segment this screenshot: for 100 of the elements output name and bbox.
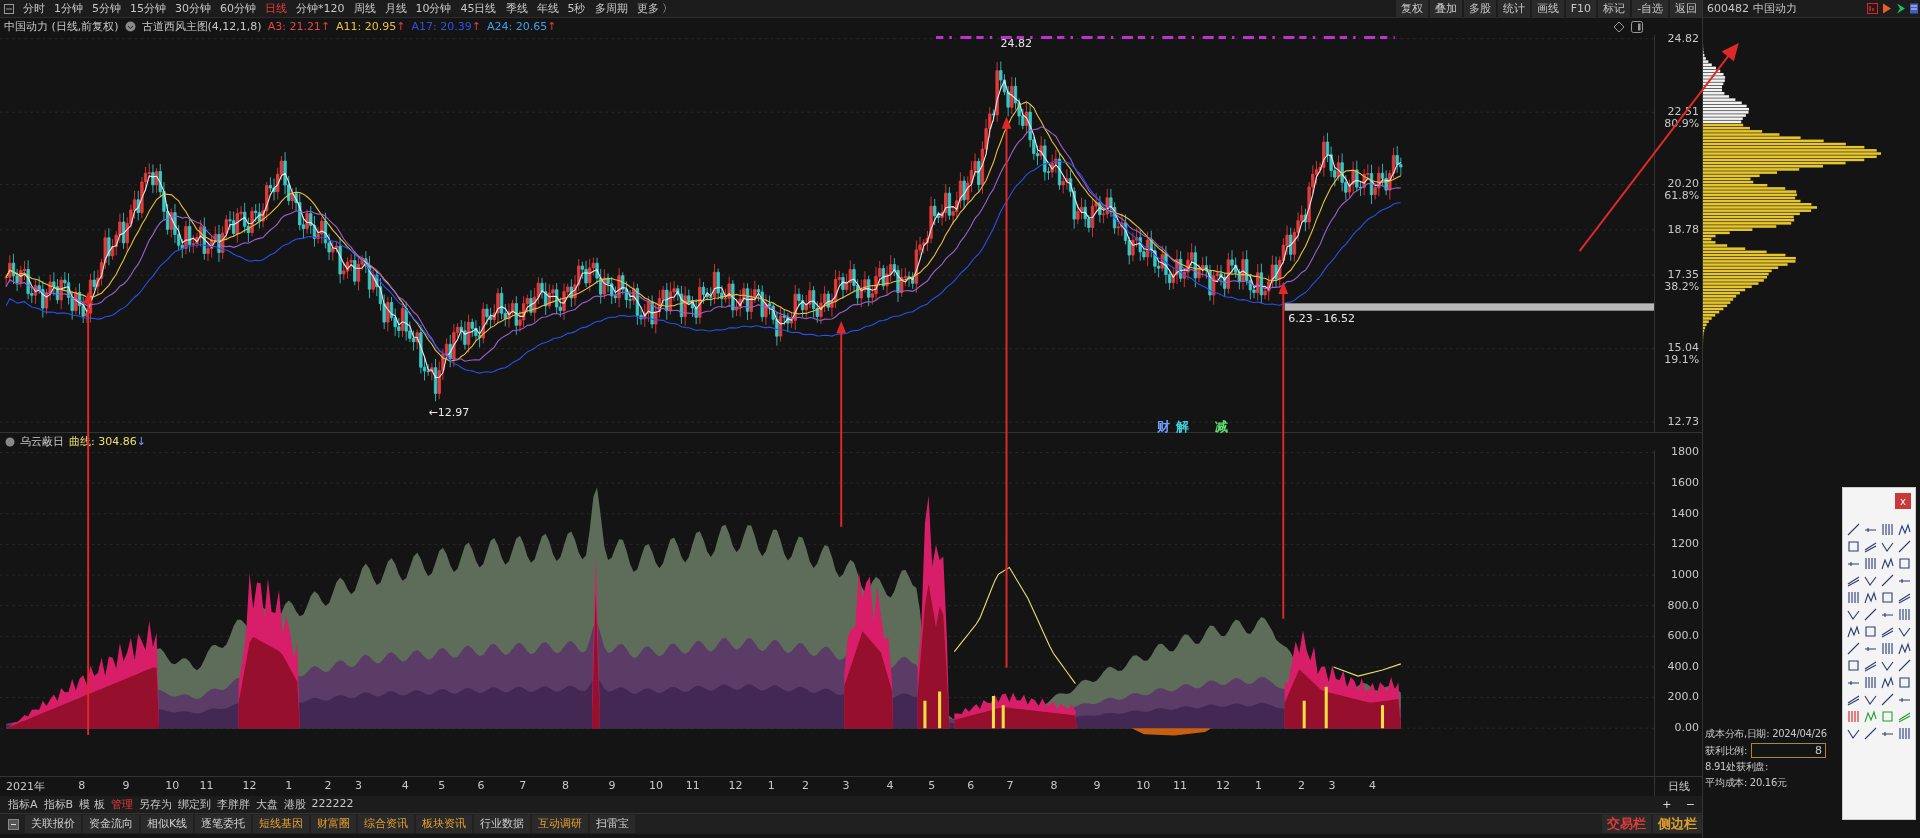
chart-icon[interactable] (1867, 3, 1878, 14)
toolbar-button[interactable]: 多股 (1463, 0, 1496, 17)
toolbar-button[interactable]: 标记 (1598, 0, 1631, 17)
period-tab[interactable]: 60分钟 (220, 1, 256, 16)
indicator-tab[interactable]: 另存为 (138, 797, 172, 812)
time-axis-label: 3 (842, 779, 850, 792)
time-axis-label: 12 (242, 779, 257, 792)
toolbar-button[interactable]: 复权 (1395, 0, 1428, 17)
play-icon[interactable] (1896, 3, 1906, 14)
time-axis-label: 9 (122, 779, 130, 792)
period-label: 日线 (1667, 779, 1690, 794)
bottom-tab[interactable]: 行业数据 (474, 815, 531, 833)
period-tab[interactable]: 年线 (536, 1, 559, 16)
time-axis-label: 2 (802, 779, 810, 792)
value-axis-label: 1000 (1671, 567, 1700, 581)
time-axis-label: 11 (1173, 779, 1188, 792)
indicator-tab[interactable]: 李胖胖 (216, 797, 250, 812)
indicator-value: A24: 20.65↑ (486, 20, 557, 33)
toolbar-button[interactable]: 叠加 (1429, 0, 1462, 17)
bottom-tab[interactable]: 资金流向 (83, 815, 139, 833)
toolbar-button[interactable]: 画线 (1531, 0, 1564, 17)
period-tab[interactable]: 月线 (384, 1, 407, 16)
period-tab[interactable]: 15分钟 (130, 1, 166, 16)
time-axis-label: 6 (477, 779, 485, 792)
period-tab[interactable]: 10分钟 (415, 1, 452, 16)
zoom-button[interactable]: + (1658, 797, 1676, 812)
period-tab[interactable]: 季线 (505, 1, 528, 16)
percent-axis-label: 61.8% (1664, 189, 1700, 203)
indicator-tab[interactable]: 指标A (8, 797, 38, 812)
time-axis-label: 8 (1050, 779, 1058, 792)
panel-icon[interactable] (1631, 20, 1644, 33)
bottom-tab[interactable]: 短线基因 (253, 815, 310, 833)
period-tab[interactable]: 多周期 (594, 1, 628, 16)
value-axis-label: 1200 (1671, 537, 1700, 551)
low-price-label: ←12.97 (428, 406, 470, 419)
value-axis-label: 600.0 (1667, 629, 1700, 643)
value-axis-label: 200.0 (1667, 690, 1700, 704)
period-tab[interactable]: 更多 〉 (636, 1, 673, 16)
bottom-tab[interactable]: 综合资讯 (358, 815, 415, 833)
high-price-label: 24.82 (1000, 37, 1032, 51)
indicator-tab[interactable]: 大盘 (255, 797, 278, 812)
indicator-tab[interactable]: 绑定到 (177, 797, 211, 812)
value-axis-label: 800.0 (1667, 598, 1700, 612)
price-axis-label: 15.04 (1667, 341, 1700, 355)
bottom-tab[interactable]: 互动调研 (532, 815, 589, 833)
bottom-tab[interactable]: 逐笔委托 (195, 815, 252, 833)
panel-toggle-button[interactable]: 侧边栏 (1653, 815, 1703, 833)
bottom-tab[interactable]: 相似K线 (141, 815, 194, 833)
time-axis-label: 1 (767, 779, 775, 792)
collapse-icon[interactable] (8, 818, 19, 830)
signal-marker: 财 (1157, 418, 1171, 437)
time-axis-label: 12 (728, 779, 743, 792)
bottom-tab[interactable]: 扫雷宝 (590, 815, 636, 833)
bottom-tab[interactable]: 关联报价 (25, 815, 81, 833)
time-axis-label: 5 (438, 779, 446, 792)
period-tab[interactable]: 45日线 (460, 1, 497, 16)
time-axis-label: 3 (1328, 779, 1336, 792)
indicator-toggle-icon[interactable] (5, 436, 15, 447)
close-button[interactable]: x (1895, 493, 1912, 509)
indicator-tab[interactable]: 模 板 (79, 797, 105, 812)
price-axis-label: 17.35 (1667, 268, 1700, 281)
time-axis-label: 8 (562, 779, 570, 792)
indicator-tab[interactable]: 指标B (43, 797, 74, 812)
price-axis-label: 18.78 (1667, 222, 1700, 236)
cost-distribution-date: 成本分布,日期: 2024/04/26 (1705, 727, 1828, 741)
bottom-tab[interactable]: 财富圈 (311, 815, 357, 833)
period-tab[interactable]: 分时 (23, 1, 45, 16)
toolbar-button[interactable]: -自选 (1632, 0, 1669, 17)
time-axis-label: 10 (165, 779, 180, 792)
chart-title: 中国动力 (日线,前复权) (4, 19, 119, 34)
bottom-tab[interactable]: 板块资讯 (416, 815, 473, 833)
period-tab[interactable]: 周线 (353, 1, 376, 16)
time-axis-label: 9 (1093, 779, 1101, 792)
indicator-tab[interactable]: 222222 (311, 797, 354, 812)
time-axis-label: 2021年 (6, 779, 46, 794)
toolbar-button[interactable]: 统计 (1497, 0, 1530, 17)
zoom-button[interactable]: − (1681, 797, 1699, 812)
profit-text: 8.91处获利盘: (1705, 760, 1770, 774)
indicator-tab[interactable]: 管理 (110, 797, 133, 812)
time-axis-label: 12 (1215, 779, 1230, 792)
time-axis-label: 10 (648, 779, 663, 792)
diamond-icon[interactable] (1613, 20, 1626, 33)
period-tab[interactable]: 30分钟 (175, 1, 211, 16)
average-cost-text: 平均成本: 20.16元 (1705, 776, 1788, 790)
percent-axis-label: 19.1% (1664, 353, 1700, 367)
toolbar-button[interactable]: 返回 (1670, 0, 1703, 17)
period-tab[interactable]: 5秒 (567, 1, 586, 16)
play-icon[interactable] (1882, 3, 1892, 14)
list-icon[interactable] (1910, 3, 1918, 14)
menu-icon[interactable] (4, 3, 14, 14)
indicator-toggle-icon[interactable] (124, 21, 136, 32)
time-axis-label: 1 (1255, 779, 1263, 792)
value-axis-label: 1800 (1671, 445, 1700, 459)
time-axis-label: 2 (1297, 779, 1305, 792)
period-tab[interactable]: 1分钟 (54, 1, 83, 16)
period-tab[interactable]: 5分钟 (92, 1, 121, 16)
period-tab[interactable]: 分钟*120 (296, 1, 345, 16)
toolbar-button[interactable]: F10 (1565, 0, 1597, 17)
period-tab[interactable]: 日线 (265, 1, 287, 16)
indicator-tab[interactable]: 港股 (283, 797, 306, 812)
